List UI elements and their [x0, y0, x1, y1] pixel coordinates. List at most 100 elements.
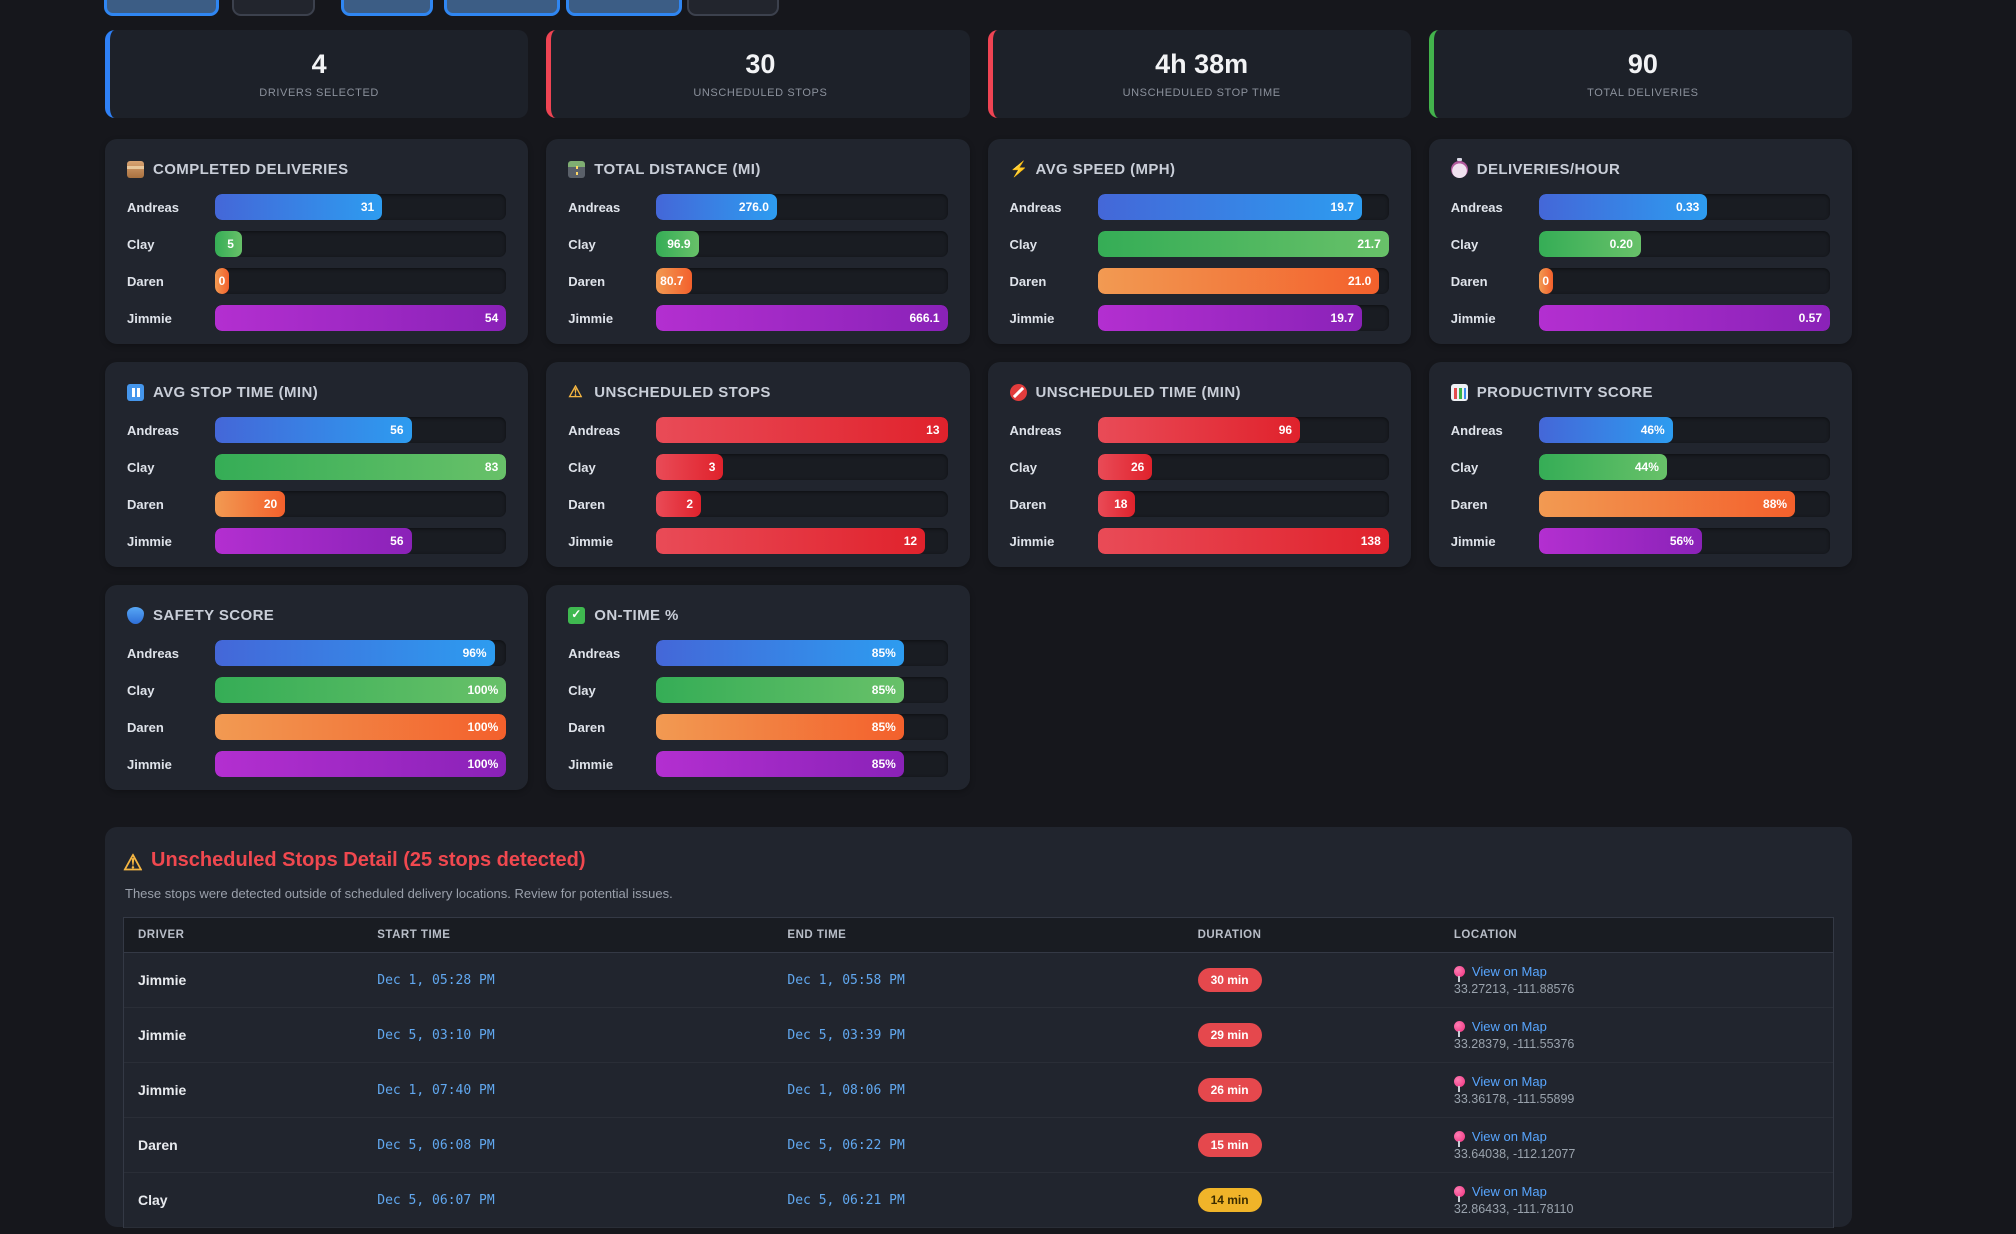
bar-track: 0.20 — [1539, 231, 1830, 257]
metric-title-row: AVG SPEED (MPH) — [1010, 161, 1389, 178]
bar-track: 54 — [215, 305, 506, 331]
bar-driver-label: Andreas — [568, 646, 656, 661]
bar-driver-label: Daren — [127, 274, 215, 289]
bar-fill: 85% — [656, 677, 904, 703]
bar-row: Clay 0.20 — [1451, 231, 1830, 257]
bar-driver-label: Andreas — [1010, 200, 1098, 215]
bar-track: 56 — [215, 417, 506, 443]
bar-track: 31 — [215, 194, 506, 220]
cell-driver: Jimmie — [124, 1027, 363, 1043]
bar-row: Daren 2 — [568, 491, 947, 517]
bar-value: 18 — [1114, 497, 1127, 511]
map-pin-icon — [1454, 1186, 1465, 1197]
bar-fill: 85% — [656, 751, 904, 777]
cell-location: View on Map 33.27213, -111.88576 — [1440, 964, 1833, 996]
bar-fill: 85% — [656, 640, 904, 666]
view-on-map-link[interactable]: View on Map — [1454, 964, 1819, 979]
bar-fill: 44% — [1539, 454, 1667, 480]
metric-title: UNSCHEDULED STOPS — [594, 384, 771, 401]
metric-grid: COMPLETED DELIVERIES Andreas 31 Clay 5 D… — [105, 139, 1852, 790]
bar-driver-label: Clay — [1010, 460, 1098, 475]
summary-value: 4h 38m — [1155, 49, 1248, 80]
toolbar-button-1[interactable] — [104, 0, 219, 16]
toolbar-button-4[interactable] — [444, 0, 560, 16]
cell-driver: Jimmie — [124, 972, 363, 988]
toolbar-button-3[interactable] — [341, 0, 433, 16]
bar-row: Clay 26 — [1010, 454, 1389, 480]
bar-fill: 31 — [215, 194, 382, 220]
bar-chart: Andreas 19.7 Clay 21.7 Daren 21.0 Jimmie… — [1010, 194, 1389, 331]
bar-row: Daren 80.7 — [568, 268, 947, 294]
summary-label: TOTAL DELIVERIES — [1587, 87, 1698, 99]
bar-track: 83 — [215, 454, 506, 480]
bar-value: 3 — [709, 460, 716, 474]
bar-track: 96.9 — [656, 231, 947, 257]
view-on-map-link[interactable]: View on Map — [1454, 1184, 1819, 1199]
bar-driver-label: Daren — [127, 497, 215, 512]
bar-track: 88% — [1539, 491, 1830, 517]
bar-row: Jimmie 54 — [127, 305, 506, 331]
table-row: Jimmie Dec 1, 05:28 PM Dec 1, 05:58 PM 3… — [124, 953, 1833, 1008]
bar-row: Andreas 56 — [127, 417, 506, 443]
metric-title-row: TOTAL DISTANCE (MI) — [568, 161, 947, 178]
dashboard: 4 DRIVERS SELECTED 30 UNSCHEDULED STOPS … — [0, 0, 2016, 1234]
metric-title-row: PRODUCTIVITY SCORE — [1451, 384, 1830, 401]
metric-card: PRODUCTIVITY SCORE Andreas 46% Clay 44% … — [1429, 362, 1852, 567]
bar-track: 80.7 — [656, 268, 947, 294]
cell-start-time: Dec 5, 03:10 PM — [363, 1028, 773, 1043]
summary-label: UNSCHEDULED STOP TIME — [1123, 87, 1281, 99]
bar-fill: 666.1 — [656, 305, 947, 331]
bar-value: 85% — [872, 720, 896, 734]
metric-card: UNSCHEDULED STOPS Andreas 13 Clay 3 Dare… — [546, 362, 969, 567]
bar-track: 0 — [215, 268, 506, 294]
bar-value: 2 — [686, 497, 693, 511]
location-coords: 33.27213, -111.88576 — [1454, 982, 1819, 996]
bar-driver-label: Daren — [568, 274, 656, 289]
bar-row: Jimmie 12 — [568, 528, 947, 554]
bar-value: 85% — [872, 683, 896, 697]
warning-icon — [123, 852, 140, 869]
bar-row: Andreas 85% — [568, 640, 947, 666]
bar-row: Jimmie 666.1 — [568, 305, 947, 331]
metric-title: TOTAL DISTANCE (MI) — [594, 161, 760, 178]
column-header: DURATION — [1184, 918, 1440, 952]
bar-value: 5 — [227, 237, 234, 251]
view-on-map-link[interactable]: View on Map — [1454, 1074, 1819, 1089]
bar-driver-label: Jimmie — [1451, 311, 1539, 326]
cell-driver: Clay — [124, 1192, 363, 1208]
bar-fill: 26 — [1098, 454, 1153, 480]
bar-chart: Andreas 0.33 Clay 0.20 Daren 0 Jimmie 0.… — [1451, 194, 1830, 331]
bar-value: 20 — [264, 497, 277, 511]
section-subtitle: These stops were detected outside of sch… — [125, 886, 1834, 901]
bar-track: 0 — [1539, 268, 1830, 294]
section-title: Unscheduled Stops Detail (25 stops detec… — [151, 849, 586, 872]
bar-track: 85% — [656, 677, 947, 703]
bar-fill: 20 — [215, 491, 285, 517]
bar-row: Daren 0 — [127, 268, 506, 294]
bar-row: Clay 100% — [127, 677, 506, 703]
column-header: START TIME — [363, 918, 773, 952]
view-on-map-link[interactable]: View on Map — [1454, 1019, 1819, 1034]
bar-row: Andreas 0.33 — [1451, 194, 1830, 220]
bar-fill: 21.0 — [1098, 268, 1380, 294]
bar-value: 26 — [1131, 460, 1144, 474]
bar-driver-label: Clay — [1451, 237, 1539, 252]
metric-title-row: UNSCHEDULED TIME (MIN) — [1010, 384, 1389, 401]
metric-card: TOTAL DISTANCE (MI) Andreas 276.0 Clay 9… — [546, 139, 969, 344]
bar-row: Andreas 46% — [1451, 417, 1830, 443]
bar-fill: 5 — [215, 231, 242, 257]
bar-row: Jimmie 138 — [1010, 528, 1389, 554]
bar-value: 54 — [485, 311, 498, 325]
toolbar-button-6[interactable] — [687, 0, 779, 16]
metric-title-row: UNSCHEDULED STOPS — [568, 384, 947, 401]
bar-chart: Andreas 56 Clay 83 Daren 20 Jimmie 56 — [127, 417, 506, 554]
bar-driver-label: Daren — [568, 497, 656, 512]
bar-fill: 56 — [215, 528, 412, 554]
bar-row: Clay 96.9 — [568, 231, 947, 257]
toolbar-button-5[interactable] — [566, 0, 682, 16]
bar-value: 80.7 — [660, 274, 683, 288]
view-on-map-link[interactable]: View on Map — [1454, 1129, 1819, 1144]
toolbar-button-2[interactable] — [232, 0, 315, 16]
bar-row: Clay 21.7 — [1010, 231, 1389, 257]
bar-fill: 46% — [1539, 417, 1673, 443]
